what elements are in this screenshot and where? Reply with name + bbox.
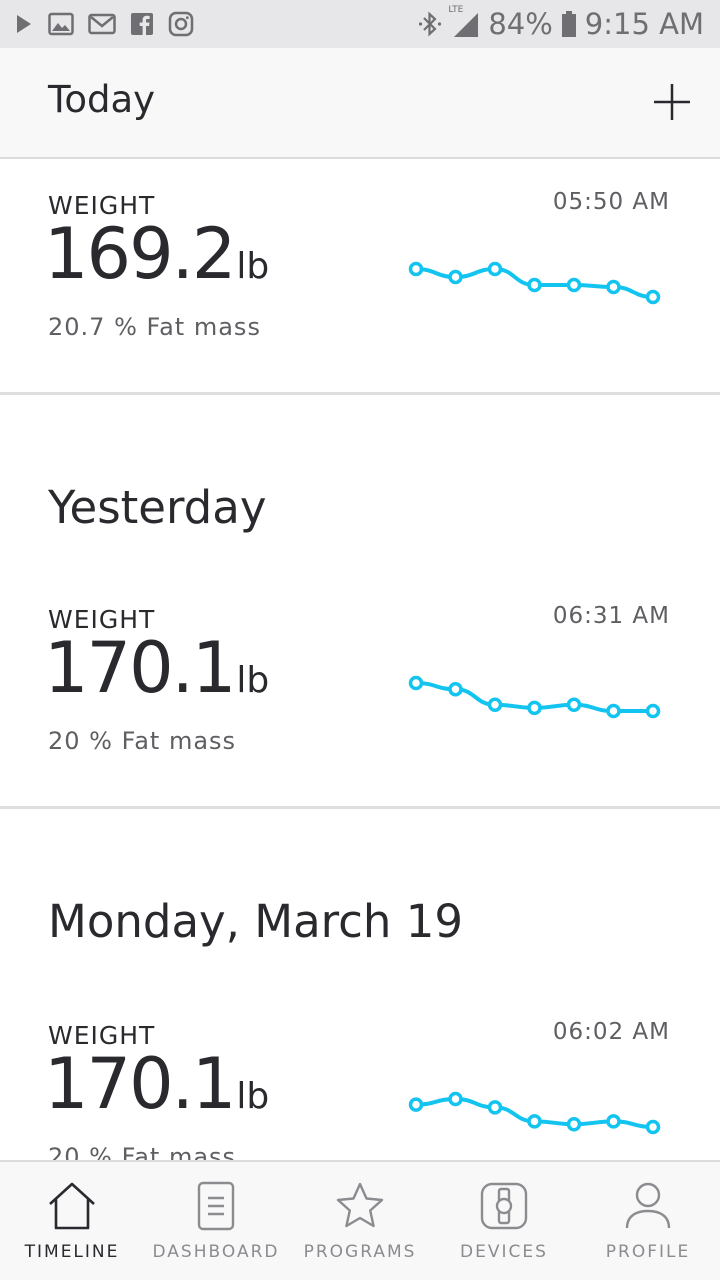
trend-point — [487, 261, 503, 277]
watch-icon — [480, 1182, 528, 1230]
nav-devices[interactable]: DEVICES — [432, 1162, 576, 1280]
fat-mass: 20 % Fat mass — [48, 727, 237, 755]
timeline-list[interactable]: WEIGHT 05:50 AM 169.2lb 20.7 % Fat mass … — [0, 161, 720, 1160]
weight-number: 169.2 — [44, 213, 236, 295]
trend-point — [448, 269, 463, 285]
weight-unit: lb — [236, 660, 270, 701]
nav-label: TIMELINE — [24, 1242, 120, 1262]
trend-point — [606, 279, 621, 295]
trend-point — [566, 1116, 582, 1132]
document-icon — [197, 1181, 235, 1231]
weight-unit: lb — [236, 246, 270, 287]
weight-trend-sparkline — [408, 675, 661, 719]
trend-point — [448, 1091, 463, 1107]
trend-point — [566, 697, 582, 713]
weight-value: 170.1lb — [44, 1043, 269, 1125]
instagram-icon — [168, 11, 194, 37]
trend-point — [606, 703, 621, 719]
notification-icons — [14, 8, 194, 40]
plus-icon — [654, 84, 690, 120]
weight-entry[interactable]: WEIGHT 06:02 AM 170.1lb 20 % Fat mass — [0, 1011, 720, 1160]
bluetooth-icon — [418, 10, 442, 38]
system-status: LTE 84% 9:15 AM — [418, 5, 704, 42]
nav-label: DEVICES — [460, 1242, 548, 1262]
weight-value: 169.2lb — [44, 213, 269, 295]
weight-number: 170.1 — [44, 627, 236, 709]
weight-number: 170.1 — [44, 1043, 236, 1125]
entry-time: 06:31 AM — [552, 603, 670, 629]
entry-time: 05:50 AM — [552, 189, 670, 215]
lte-signal-icon: LTE — [448, 5, 480, 39]
trend-point — [408, 261, 424, 277]
weight-trend-sparkline — [408, 261, 661, 305]
weight-entry[interactable]: WEIGHT 06:31 AM 170.1lb 20 % Fat mass — [0, 595, 720, 795]
trend-point — [408, 675, 424, 691]
battery-icon — [561, 10, 577, 38]
trend-point — [606, 1114, 621, 1129]
weight-unit: lb — [236, 1076, 270, 1117]
trend-point — [487, 697, 503, 713]
trend-point — [448, 681, 463, 697]
clock: 9:15 AM — [584, 7, 704, 41]
nav-timeline[interactable]: TIMELINE — [0, 1162, 144, 1280]
trend-point — [527, 277, 542, 293]
network-type: LTE — [448, 5, 464, 15]
bottom-navigation: TIMELINE DASHBOARD PROGRAMS DEVICES PROF… — [0, 1160, 720, 1280]
trend-point — [645, 703, 661, 719]
day-section: Yesterday WEIGHT 06:31 AM 170.1lb 20 % F… — [0, 395, 720, 805]
trend-point — [527, 1114, 542, 1129]
trend-point — [487, 1100, 503, 1115]
nav-label: PROFILE — [605, 1242, 691, 1262]
fat-mass: 20 % Fat mass — [48, 1143, 237, 1160]
trend-point — [566, 277, 582, 293]
star-icon — [336, 1182, 384, 1228]
facebook-icon — [130, 12, 154, 36]
nav-programs[interactable]: PROGRAMS — [288, 1162, 432, 1280]
battery-percent: 84% — [488, 7, 553, 41]
nav-label: DASHBOARD — [152, 1242, 280, 1262]
gallery-icon — [48, 12, 74, 36]
nav-dashboard[interactable]: DASHBOARD — [144, 1162, 288, 1280]
weight-trend-sparkline — [408, 1091, 661, 1135]
app-header: Today — [0, 48, 720, 159]
gmail-icon — [88, 13, 116, 35]
status-bar: LTE 84% 9:15 AM — [0, 0, 720, 48]
person-icon — [625, 1182, 671, 1229]
weight-value: 170.1lb — [44, 627, 269, 709]
entry-time: 06:02 AM — [552, 1019, 670, 1045]
add-button[interactable] — [652, 82, 692, 122]
nav-label: PROGRAMS — [303, 1242, 417, 1262]
day-heading: Monday, March 19 — [48, 895, 463, 948]
trend-point — [408, 1097, 424, 1112]
day-heading: Yesterday — [48, 481, 267, 534]
home-icon — [49, 1182, 95, 1230]
trend-point — [527, 700, 542, 716]
trend-point — [645, 1119, 661, 1135]
play-store-icon — [14, 13, 34, 35]
weight-entry[interactable]: WEIGHT 05:50 AM 169.2lb 20.7 % Fat mass — [0, 161, 720, 393]
trend-point — [645, 289, 661, 305]
fat-mass: 20.7 % Fat mass — [48, 313, 261, 341]
nav-profile[interactable]: PROFILE — [576, 1162, 720, 1280]
day-section: Monday, March 19 WEIGHT 06:02 AM 170.1lb… — [0, 809, 720, 1160]
page-title: Today — [48, 78, 156, 121]
